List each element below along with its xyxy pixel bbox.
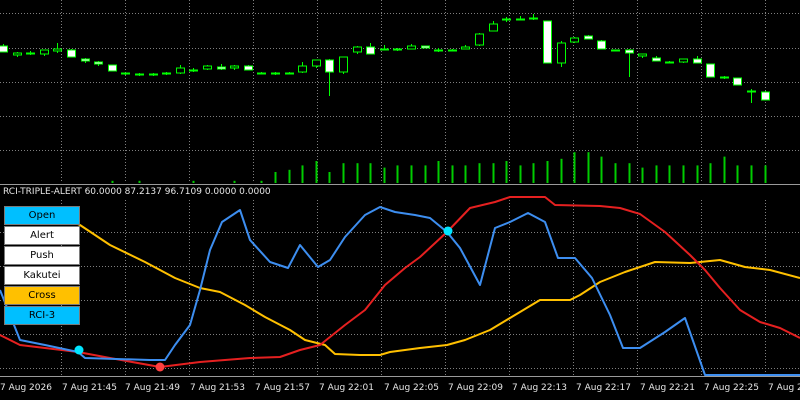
bear-candle <box>584 35 593 40</box>
bear-candle <box>244 65 253 71</box>
bull-candle <box>53 48 62 52</box>
bear-candle <box>67 49 76 58</box>
time-label: 7 Aug 21:49 <box>125 383 180 393</box>
bull-candle <box>312 59 321 67</box>
time-label: 7 Aug 22:13 <box>512 383 567 393</box>
time-label: 7 Aug 22:29 <box>768 383 800 393</box>
rci-mid-line <box>0 196 800 368</box>
bull-candle <box>475 33 484 46</box>
bear-candle <box>597 40 606 50</box>
indicator-title: RCI-TRIPLE-ALERT 60.0000 87.2137 96.7109… <box>3 187 271 197</box>
cross-marker-cyan <box>74 345 84 355</box>
time-label: 7 Aug 22:09 <box>448 383 503 393</box>
bear-candle <box>611 49 620 52</box>
bull-candle <box>162 72 171 75</box>
bear-candle <box>720 76 729 79</box>
rci-3-button[interactable]: RCI-3 <box>4 306 80 325</box>
bull-candle <box>489 23 498 32</box>
bear-candle <box>733 77 742 86</box>
bear-candle <box>135 73 144 76</box>
bull-candle <box>149 73 158 76</box>
bull-candle <box>557 42 566 64</box>
indicator-values: 60.0000 87.2137 96.7109 0.0000 0.0000 <box>84 187 271 197</box>
cross-button[interactable]: Cross <box>4 286 80 305</box>
bull-candle <box>665 61 674 64</box>
bear-candle <box>652 57 661 62</box>
bull-candle <box>638 53 647 57</box>
bear-candle <box>0 45 8 53</box>
bull-candle <box>434 49 443 52</box>
cross-marker-cyan <box>443 226 453 236</box>
bear-candle <box>625 49 634 54</box>
time-label: 7 Aug 2026 <box>0 383 52 393</box>
bull-candle <box>461 46 470 50</box>
bull-candle <box>121 72 130 75</box>
bull-candle <box>448 49 457 52</box>
bull-candle <box>353 46 362 53</box>
bull-candle <box>189 69 198 72</box>
bear-candle <box>94 61 103 65</box>
bull-candle <box>339 56 348 73</box>
bull-candle <box>271 72 280 75</box>
bull-candle <box>679 58 688 63</box>
bear-candle <box>325 59 334 73</box>
time-label: 7 Aug 21:57 <box>255 383 310 393</box>
time-label: 7 Aug 22:01 <box>319 383 374 393</box>
bull-candle <box>502 18 511 21</box>
time-label: 7 Aug 21:53 <box>190 383 245 393</box>
bull-candle <box>40 49 49 55</box>
time-label: 7 Aug 21:45 <box>62 383 117 393</box>
time-label: 7 Aug 22:05 <box>384 383 439 393</box>
bear-candle <box>421 45 430 49</box>
bear-candle <box>217 66 226 70</box>
bear-candle <box>366 46 375 55</box>
price-chart <box>0 0 800 377</box>
bull-candle <box>516 18 525 21</box>
indicator-name: RCI-TRIPLE-ALERT <box>3 187 82 197</box>
push-button[interactable]: Push <box>4 246 80 265</box>
bear-candle <box>26 52 35 55</box>
kakutei-button[interactable]: Kakutei <box>4 266 80 285</box>
bull-candle <box>298 65 307 73</box>
alert-button[interactable]: Alert <box>4 226 80 245</box>
bear-candle <box>706 63 715 78</box>
bear-candle <box>285 72 294 75</box>
bear-candle <box>693 58 702 64</box>
open-button[interactable]: Open <box>4 206 80 225</box>
time-label: 7 Aug 22:17 <box>576 383 631 393</box>
bull-candle <box>230 65 239 69</box>
rci-long-line <box>54 214 800 356</box>
bear-candle <box>108 64 117 72</box>
bear-candle <box>761 91 770 101</box>
bull-candle <box>407 45 416 50</box>
bull-candle <box>570 37 579 43</box>
bull-candle <box>747 90 756 93</box>
bull-candle <box>176 67 185 74</box>
time-label: 7 Aug 22:25 <box>704 383 759 393</box>
indicator-button-panel: Open Alert Push Kakutei Cross RCI-3 <box>4 206 80 326</box>
bull-candle <box>529 17 538 20</box>
bull-candle <box>393 48 402 51</box>
bull-candle <box>257 72 266 75</box>
bull-candle <box>203 65 212 70</box>
bear-candle <box>543 20 552 64</box>
bull-candle <box>13 52 22 56</box>
bull-candle <box>380 48 389 51</box>
bear-candle <box>81 58 90 62</box>
cross-marker-red <box>155 362 165 372</box>
time-label: 7 Aug 22:21 <box>640 383 695 393</box>
